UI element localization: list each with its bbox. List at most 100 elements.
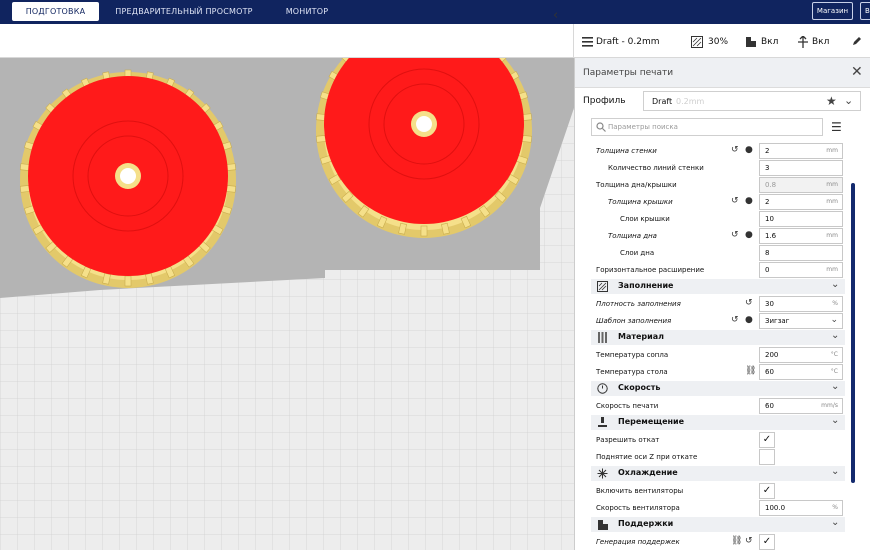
chevron-down-icon: ⌄ bbox=[831, 381, 840, 392]
settings-menu-icon[interactable]: ☰ bbox=[831, 120, 842, 134]
login-button[interactable]: Вход bbox=[860, 2, 870, 20]
print-settings-panel: Параметры печати ✕ Профиль Draft 0.2mm ★… bbox=[574, 58, 870, 550]
field-unit: mm/s bbox=[821, 402, 838, 409]
top-thickness-input[interactable]: 2 mm bbox=[759, 194, 843, 210]
info-icon[interactable]: ● bbox=[745, 230, 753, 240]
profile-dropdown[interactable]: Draft 0.2mm ★ ⌄ bbox=[643, 91, 861, 111]
fan-icon bbox=[597, 468, 608, 479]
reset-icon[interactable]: ↺ bbox=[731, 230, 739, 240]
z-hop-checkbox[interactable] bbox=[759, 449, 775, 465]
reset-icon[interactable]: ↺ bbox=[745, 298, 753, 308]
tab-prepare[interactable]: ПОДГОТОВКА bbox=[12, 2, 99, 21]
adhesion-summary-item[interactable]: Вкл bbox=[797, 35, 829, 49]
reset-icon[interactable]: ↺ bbox=[745, 536, 753, 546]
search-placeholder: Параметры поиска bbox=[608, 123, 678, 131]
setting-label: Слои крышки bbox=[620, 215, 670, 223]
infill-density-input[interactable]: 30% bbox=[759, 296, 843, 312]
setting-label: Включить вентиляторы bbox=[596, 487, 684, 495]
infill-icon bbox=[691, 36, 703, 48]
print-speed-input[interactable]: 60 mm/s bbox=[759, 398, 843, 414]
setting-bottom-thickness: Толщина дна ↺ ● 1.6 mm bbox=[575, 228, 851, 245]
infill-pattern-select[interactable]: Зигзаг ⌄ bbox=[759, 313, 843, 329]
field-value: 2 bbox=[765, 147, 770, 155]
secondary-toolbar bbox=[0, 24, 870, 58]
setting-label: Шаблон заполнения bbox=[596, 317, 672, 325]
fan-speed-input[interactable]: 100.0% bbox=[759, 500, 843, 516]
info-icon[interactable]: ● bbox=[745, 145, 753, 155]
setting-wall-line-count: Количество линий стенки 3 bbox=[575, 160, 851, 177]
wall-thickness-input[interactable]: 2 mm bbox=[759, 143, 843, 159]
reset-icon[interactable]: ↺ bbox=[731, 315, 739, 325]
category-infill[interactable]: Заполнение ⌄ bbox=[591, 279, 845, 294]
chevron-down-icon: ⌄ bbox=[844, 94, 854, 107]
field-value: 200 bbox=[765, 351, 779, 359]
category-support[interactable]: Поддержки ⌄ bbox=[591, 517, 845, 532]
category-speed[interactable]: Скорость ⌄ bbox=[591, 381, 845, 396]
settings-search-input[interactable]: Параметры поиска bbox=[591, 118, 823, 136]
field-value: 1.6 bbox=[765, 232, 777, 240]
infill-summary: 30% bbox=[708, 37, 729, 47]
setting-label: Температура стола bbox=[596, 368, 668, 376]
info-icon[interactable]: ● bbox=[745, 196, 753, 206]
bed-temp-input[interactable]: 60 °C bbox=[759, 364, 843, 380]
setting-print-speed: Скорость печати 60 mm/s bbox=[575, 398, 851, 415]
panel-title: Параметры печати bbox=[583, 68, 674, 78]
profile-name: Draft bbox=[652, 97, 673, 106]
setting-bottom-layers: Слои дна 8 bbox=[575, 245, 851, 262]
chevron-down-icon: ⌄ bbox=[831, 330, 840, 341]
bottom-thickness-input[interactable]: 1.6 mm bbox=[759, 228, 843, 244]
3d-viewport[interactable] bbox=[0, 58, 574, 550]
field-value: 2 bbox=[765, 198, 770, 206]
adhesion-summary: Вкл bbox=[812, 37, 830, 47]
field-value: 8 bbox=[765, 249, 770, 257]
support-generation-checkbox[interactable]: ✓ bbox=[759, 534, 775, 550]
close-icon[interactable]: ✕ bbox=[851, 64, 863, 80]
settings-scrollbar[interactable] bbox=[851, 183, 855, 483]
category-travel[interactable]: Перемещение ⌄ bbox=[591, 415, 845, 430]
support-summary: Вкл bbox=[761, 37, 779, 47]
support-summary-item[interactable]: Вкл bbox=[745, 35, 778, 49]
horizontal-expansion-input[interactable]: 0 mm bbox=[759, 262, 843, 278]
top-layers-input[interactable]: 10 bbox=[759, 211, 843, 227]
setting-label: Генерация поддержек bbox=[596, 538, 680, 546]
link-icon[interactable]: ⛓ bbox=[745, 366, 756, 376]
top-navigation-bar: ПОДГОТОВКА ПРЕДВАРИТЕЛЬНЫЙ ПРОСМОТР МОНИ… bbox=[0, 0, 870, 24]
setting-retraction: Разрешить откат ✓ bbox=[575, 432, 851, 449]
field-unit: mm bbox=[826, 147, 838, 154]
reset-icon[interactable]: ↺ bbox=[731, 145, 739, 155]
field-unit: % bbox=[832, 504, 838, 511]
chevron-down-icon: ⌄ bbox=[831, 517, 840, 528]
setting-label: Скорость печати bbox=[596, 402, 659, 410]
top-bottom-thickness-input[interactable]: 0.8 mm bbox=[759, 177, 843, 193]
field-unit: mm bbox=[826, 266, 838, 273]
setting-top-thickness: Толщина крышки ↺ ● 2 mm bbox=[575, 194, 851, 211]
setting-label: Горизонтальное расширение bbox=[596, 266, 705, 274]
fans-checkbox[interactable]: ✓ bbox=[759, 483, 775, 499]
setting-support-generation: Генерация поддержек ⛓ ↺ ✓ bbox=[575, 534, 851, 550]
category-material[interactable]: Материал ⌄ bbox=[591, 330, 845, 345]
tab-monitor[interactable]: МОНИТОР bbox=[276, 2, 338, 21]
link-icon[interactable]: ⛓ bbox=[731, 536, 742, 546]
setting-top-bottom-thickness: Толщина дна/крышки 0.8 mm bbox=[575, 177, 851, 194]
field-unit: mm bbox=[826, 181, 838, 188]
wall-line-count-input[interactable]: 3 bbox=[759, 160, 843, 176]
print-setup-summary[interactable]: Draft - 0.2mm bbox=[582, 35, 660, 49]
setting-top-layers: Слои крышки 10 bbox=[575, 211, 851, 228]
build-plate-scene bbox=[0, 58, 574, 550]
reset-icon[interactable]: ↺ bbox=[731, 196, 739, 206]
marketplace-button[interactable]: Магазин bbox=[812, 2, 853, 20]
category-cooling[interactable]: Охлаждение ⌄ bbox=[591, 466, 845, 481]
infill-icon bbox=[597, 281, 608, 292]
field-value: 100.0 bbox=[765, 504, 786, 512]
retraction-checkbox[interactable]: ✓ bbox=[759, 432, 775, 448]
bottom-layers-input[interactable]: 8 bbox=[759, 245, 843, 261]
nozzle-temp-input[interactable]: 200 °C bbox=[759, 347, 843, 363]
info-icon[interactable]: ● bbox=[745, 315, 753, 325]
field-unit: mm bbox=[826, 232, 838, 239]
infill-summary-item[interactable]: 30% bbox=[691, 35, 728, 49]
star-icon[interactable]: ★ bbox=[826, 94, 837, 108]
collapse-chevron-icon[interactable]: ‹ bbox=[553, 9, 567, 23]
material-icon bbox=[598, 332, 607, 343]
field-unit: % bbox=[832, 300, 838, 307]
tab-preview[interactable]: ПРЕДВАРИТЕЛЬНЫЙ ПРОСМОТР bbox=[108, 2, 260, 21]
